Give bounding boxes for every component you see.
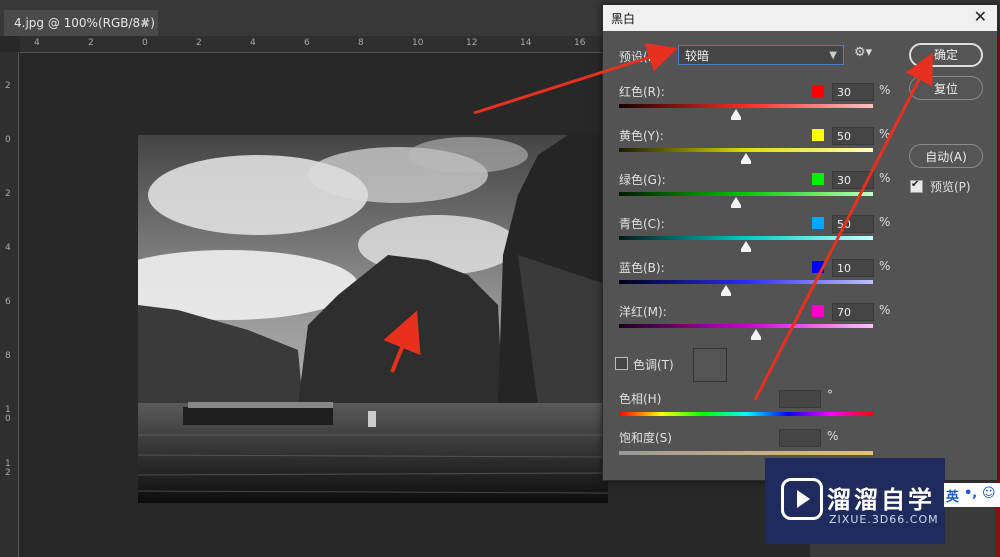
arrow-to-preset (473, 42, 678, 115)
arrow-to-ok (753, 52, 933, 401)
annotation-arrows (383, 42, 933, 401)
arrow-to-photo (383, 310, 421, 373)
